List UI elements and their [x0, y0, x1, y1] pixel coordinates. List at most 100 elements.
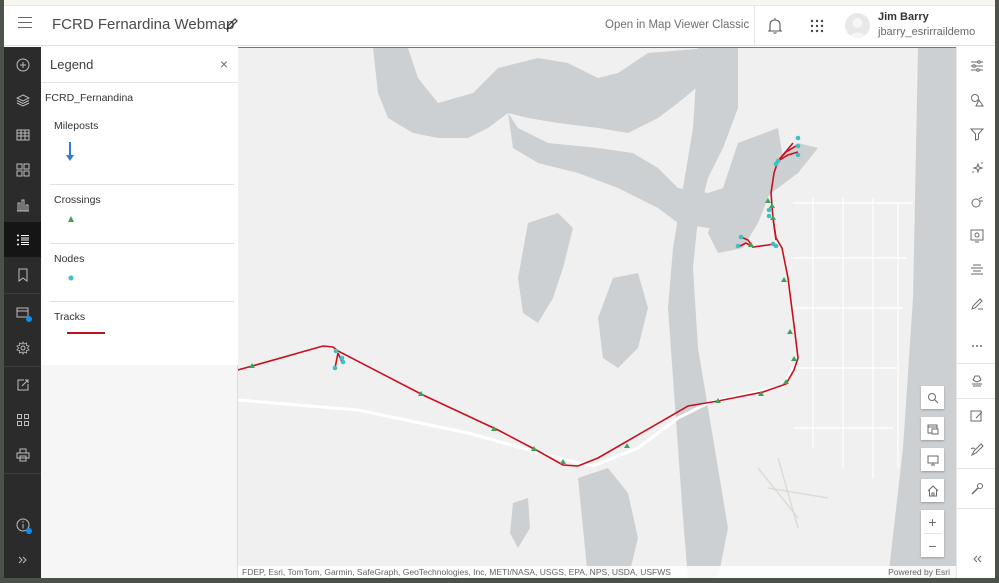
draw-button[interactable] [957, 433, 995, 467]
bookmark-icon [18, 268, 27, 282]
collapse-icon [972, 555, 981, 563]
zoom-in-button[interactable]: + [921, 510, 944, 533]
node-marker[interactable] [766, 207, 772, 213]
node-marker[interactable] [738, 234, 744, 240]
map-notes-button[interactable] [957, 399, 995, 433]
sketch-icon [971, 375, 982, 387]
fields-icon [970, 229, 983, 243]
node-marker[interactable] [340, 359, 346, 365]
app-header: FCRD Fernardina Webmap Open in Map Viewe… [4, 6, 995, 46]
expand-button[interactable] [4, 542, 41, 577]
labels-button[interactable] [957, 253, 995, 287]
open-in-classic-link[interactable]: Open in Map Viewer Classic [605, 19, 749, 31]
legend-entry-label: Mileposts [54, 120, 99, 132]
configure-popups-icon [971, 196, 983, 208]
popups-button[interactable] [957, 185, 995, 219]
node-marker[interactable] [773, 243, 779, 249]
node-circle-icon [68, 275, 74, 281]
basemap-icon [16, 163, 29, 176]
more-button[interactable] [957, 329, 995, 363]
effects-icon [971, 162, 984, 174]
node-marker[interactable] [795, 143, 801, 149]
notifications-bell-icon[interactable] [767, 17, 783, 35]
notification-dot [26, 316, 32, 322]
track-segment[interactable] [238, 160, 799, 467]
node-marker[interactable] [339, 355, 345, 361]
close-icon[interactable]: × [220, 56, 228, 72]
create-app-button[interactable] [4, 402, 41, 437]
tables-button[interactable] [4, 117, 41, 152]
collapse-button[interactable] [957, 542, 995, 576]
sketch-button[interactable] [957, 364, 995, 398]
user-username: jbarry_esrirraildemo [878, 26, 976, 38]
charts-button[interactable] [4, 187, 41, 222]
layers-button[interactable] [4, 82, 41, 117]
track-segment[interactable] [772, 217, 777, 241]
node-marker[interactable] [795, 135, 801, 141]
zoom-out-button[interactable]: − [921, 534, 944, 557]
time-slider-button[interactable] [921, 417, 944, 440]
node-marker[interactable] [735, 243, 741, 249]
crossing-marker[interactable] [560, 459, 566, 464]
crossing-marker[interactable] [791, 356, 797, 361]
tools-button[interactable] [957, 472, 995, 506]
crossing-marker[interactable] [624, 443, 630, 448]
home-icon [927, 484, 938, 496]
node-marker[interactable] [333, 348, 339, 354]
legend-icon [16, 234, 29, 245]
add-button[interactable] [4, 47, 41, 82]
user-avatar[interactable] [845, 13, 870, 38]
filter-icon [969, 128, 984, 141]
crossing-marker[interactable] [769, 203, 775, 208]
styles-icon [970, 94, 984, 107]
fields-button[interactable] [957, 219, 995, 253]
legend-divider [50, 184, 234, 185]
home-button[interactable] [921, 479, 944, 502]
crossing-marker[interactable] [787, 329, 793, 334]
properties-button[interactable] [957, 49, 995, 83]
track-segment[interactable] [740, 236, 775, 248]
legend-panel: Legend × FCRD_Fernandina Mileposts Cross… [41, 47, 238, 578]
attribution-bar: FDEP, Esri, TomTom, Garmin, SafeGraph, G… [238, 566, 956, 578]
attribution-text[interactable]: FDEP, Esri, TomTom, Garmin, SafeGraph, G… [242, 567, 671, 577]
share-button[interactable] [4, 367, 41, 402]
edit-icon [970, 298, 983, 310]
track-segment[interactable] [777, 142, 794, 162]
pencil-edit-icon[interactable] [224, 16, 240, 32]
legend-title: Legend [50, 57, 94, 72]
draw-icon [970, 443, 984, 457]
styles-button[interactable] [957, 83, 995, 117]
hamburger-menu-icon[interactable] [18, 17, 32, 31]
legend-card: Legend × FCRD_Fernandina Mileposts Cross… [41, 47, 238, 365]
print-button[interactable] [4, 437, 41, 472]
node-marker[interactable] [773, 161, 779, 167]
map-notes-icon [970, 410, 982, 422]
toolbar-divider [4, 293, 41, 294]
crossing-marker[interactable] [765, 198, 771, 203]
effects-button[interactable] [957, 151, 995, 185]
crossing-marker[interactable] [781, 277, 787, 282]
settings-icon [15, 340, 30, 355]
whats-new-button[interactable] [4, 507, 41, 542]
edit-button[interactable] [957, 287, 995, 321]
expand-icon [18, 556, 27, 563]
basemap-button[interactable] [4, 152, 41, 187]
legend-entry-label: Crossings [54, 194, 101, 206]
app-launcher-icon[interactable] [809, 18, 825, 34]
node-marker[interactable] [766, 213, 772, 219]
legend-button[interactable] [4, 222, 41, 257]
node-marker[interactable] [795, 152, 801, 158]
legend-divider [50, 243, 234, 244]
bookmarks-button[interactable] [4, 257, 41, 292]
save-button[interactable] [4, 295, 41, 330]
header-divider [754, 6, 755, 46]
node-marker[interactable] [332, 365, 338, 371]
crossing-triangle-icon [68, 216, 74, 222]
map-properties-button[interactable] [4, 330, 41, 365]
fullscreen-button[interactable] [921, 448, 944, 471]
filter-button[interactable] [957, 117, 995, 151]
search-button[interactable] [921, 386, 944, 409]
map-view[interactable]: + − FDEP, Esri, TomTom, Garmin, SafeGrap… [238, 47, 956, 578]
powered-by-esri[interactable]: Powered by Esri [888, 567, 950, 577]
monitor-icon [927, 455, 938, 465]
